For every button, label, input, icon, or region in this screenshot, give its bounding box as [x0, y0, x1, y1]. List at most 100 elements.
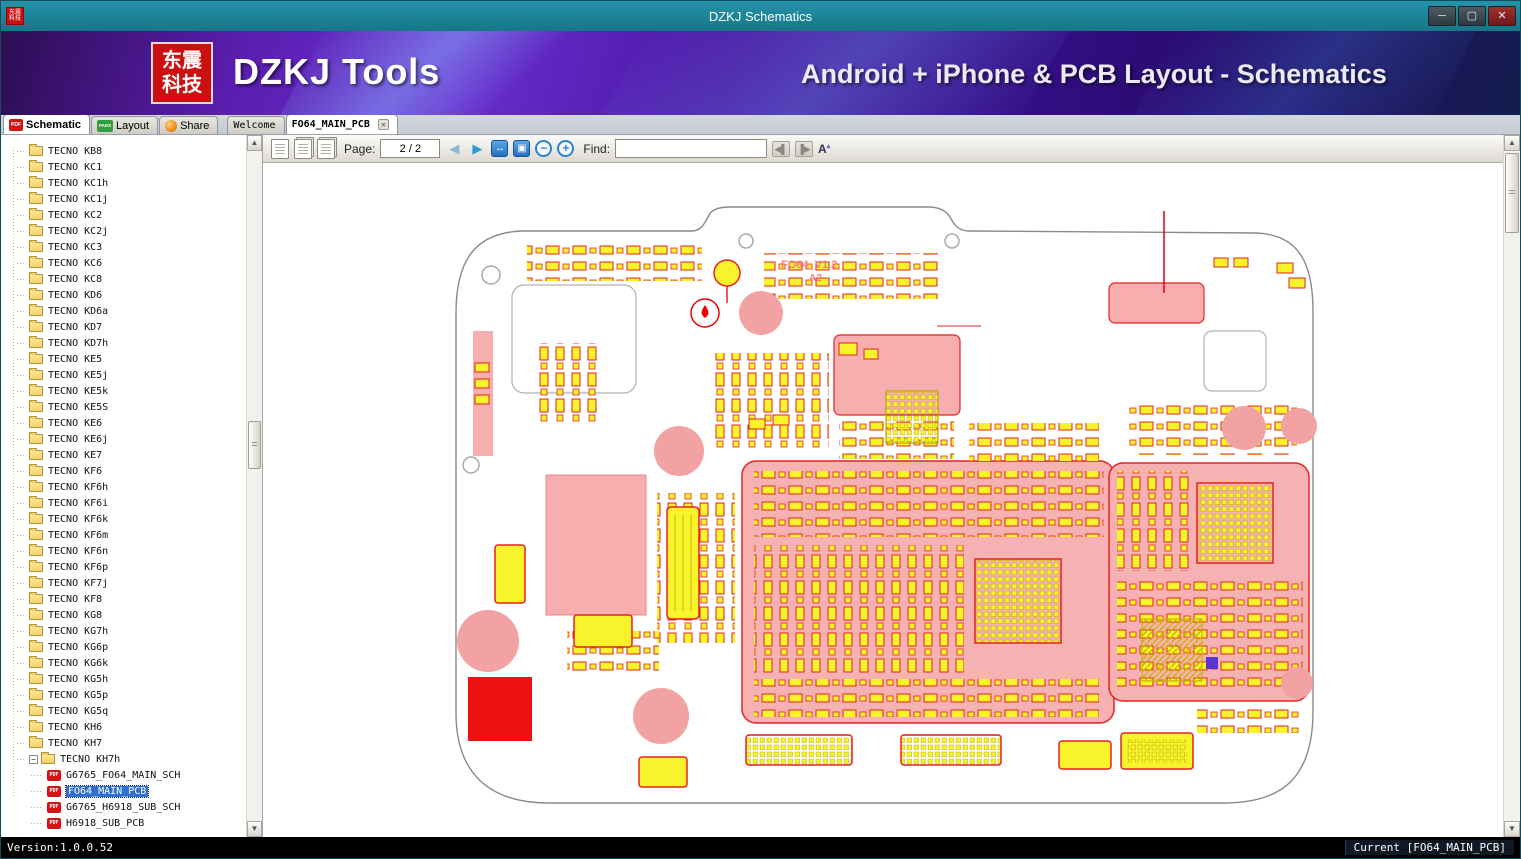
next-page-icon[interactable]: ▶ [468, 139, 486, 159]
brand-name: DZKJ Tools [233, 51, 441, 92]
scroll-down-icon[interactable]: ▼ [247, 821, 262, 837]
close-tab-icon[interactable]: ✕ [377, 119, 389, 130]
find-label: Find: [583, 141, 611, 156]
tree-item-label: H6918_SUB_PCB [66, 817, 145, 829]
tree-folder-item[interactable]: TECNO KH7 [5, 735, 246, 751]
tree-folder-item[interactable]: TECNO KG6k [5, 655, 246, 671]
page-input[interactable] [380, 139, 441, 158]
tree-folder-item[interactable]: TECNO KF6 [5, 463, 246, 479]
pcb-canvas[interactable]: FO64_V1.2 A2 [263, 163, 1503, 837]
pads-icon: PADS [97, 119, 114, 132]
tree-folder-item[interactable]: TECNO KE6j [5, 431, 246, 447]
tree-folder-item[interactable]: − TECNO KH7h [5, 751, 246, 767]
tree-folder-item[interactable]: TECNO KC2j [5, 223, 246, 239]
tree-folder-item[interactable]: TECNO KG8 [5, 607, 246, 623]
folder-icon [29, 448, 43, 460]
tree-file-item[interactable]: PDF H6918_SUB_PCB [5, 815, 246, 831]
tree-file-item[interactable]: PDF G6765_H6918_SUB_SCH [5, 799, 246, 815]
canvas-scroll-track[interactable] [1504, 151, 1520, 821]
tree-folder-item[interactable]: TECNO KF6i [5, 495, 246, 511]
tab-schematic[interactable]: PDF Schematic [3, 114, 91, 134]
tree-folder-item[interactable]: TECNO KE5j [5, 367, 246, 383]
tree-folder-item[interactable]: TECNO KF8 [5, 591, 246, 607]
tree-item-label: TECNO KC1j [48, 193, 109, 205]
find-prev-icon[interactable]: ◀▌ [772, 140, 791, 157]
tree-item-label: TECNO KE6 [48, 417, 103, 429]
tree-folder-item[interactable]: TECNO KC2 [5, 207, 246, 223]
folder-icon [29, 192, 43, 204]
multi-page-icon[interactable] [294, 138, 312, 159]
tree-folder-item[interactable]: TECNO KC1j [5, 191, 246, 207]
folder-icon [29, 480, 43, 492]
tree-folder-item[interactable]: TECNO KC1h [5, 175, 246, 191]
scroll-up-icon[interactable]: ▲ [247, 135, 262, 151]
collapse-icon[interactable]: − [29, 754, 38, 764]
tree-item-label: TECNO KC3 [48, 241, 103, 253]
tree-folder-item[interactable]: TECNO KF7j [5, 575, 246, 591]
tree-folder-item[interactable]: TECNO KF6k [5, 511, 246, 527]
tree-folder-item[interactable]: TECNO KE5S [5, 399, 246, 415]
banner-subtitle: Android + iPhone & PCB Layout - Schemati… [801, 59, 1387, 89]
fit-page-icon[interactable]: ▣ [513, 140, 531, 157]
tree-item-label: TECNO KG8 [48, 609, 103, 621]
tree-file-item[interactable]: PDF G6765_FO64_MAIN_SCH [5, 767, 246, 783]
tree-folder-item[interactable]: TECNO KF6m [5, 527, 246, 543]
pdf-icon: PDF [47, 769, 61, 781]
tree-item-label: TECNO KG5p [48, 689, 109, 701]
tree-folder-item[interactable]: TECNO KE7 [5, 447, 246, 463]
zoom-in-icon[interactable]: + [557, 140, 575, 157]
tree-folder-item[interactable]: TECNO KG7h [5, 623, 246, 639]
brand-logo-text2: 科技 [162, 74, 202, 96]
facing-pages-icon[interactable] [317, 138, 335, 159]
tree-folder-item[interactable]: TECNO KE6 [5, 415, 246, 431]
minimize-button[interactable]: ─ [1428, 6, 1456, 26]
tree-folder-item[interactable]: TECNO KG5h [5, 671, 246, 687]
tab-fo64-main-pcb[interactable]: FO64_MAIN_PCB ✕ [285, 114, 398, 134]
tree-folder-item[interactable]: TECNO KE5k [5, 383, 246, 399]
folder-icon [29, 528, 43, 540]
tree-folder-item[interactable]: TECNO KD7 [5, 319, 246, 335]
folder-icon [29, 208, 43, 220]
tab-welcome[interactable]: Welcome [227, 116, 285, 134]
tree-folder-item[interactable]: TECNO KF6h [5, 479, 246, 495]
tree-folder-item[interactable]: TECNO KD7h [5, 335, 246, 351]
zoom-out-icon[interactable]: − [535, 140, 553, 157]
sidebar-scroll-thumb[interactable] [248, 421, 261, 469]
folder-icon [41, 752, 55, 764]
tree-folder-item[interactable]: TECNO KB8 [5, 143, 246, 159]
canvas-scroll-thumb[interactable] [1505, 153, 1519, 233]
tree-file-item[interactable]: PDF FO64_MAIN_PCB [5, 783, 246, 799]
single-page-icon[interactable] [271, 138, 289, 159]
tree-folder-item[interactable]: TECNO KC1 [5, 159, 246, 175]
sidebar-scroll-track[interactable] [247, 151, 262, 821]
sidebar-scrollbar[interactable]: ▲ ▼ [246, 135, 262, 837]
tree-folder-item[interactable]: TECNO KG5p [5, 687, 246, 703]
tree-folder-item[interactable]: TECNO KF6n [5, 543, 246, 559]
canvas-scroll-down-icon[interactable]: ▼ [1504, 821, 1520, 837]
prev-page-icon[interactable]: ◀ [445, 139, 463, 159]
tree-folder-item[interactable]: TECNO KH6 [5, 719, 246, 735]
find-next-icon[interactable]: ▐▶ [795, 140, 814, 157]
tree-folder-item[interactable]: TECNO KD6 [5, 287, 246, 303]
folder-icon [29, 592, 43, 604]
tree-folder-item[interactable]: TECNO KG5q [5, 703, 246, 719]
close-button[interactable]: ✕ [1488, 6, 1516, 26]
canvas-scroll-up-icon[interactable]: ▲ [1504, 135, 1520, 151]
tree-item-label: TECNO KE7 [48, 449, 103, 461]
find-input[interactable] [615, 139, 768, 158]
tab-layout[interactable]: PADS Layout [91, 116, 159, 134]
tree-folder-item[interactable]: TECNO KC8 [5, 271, 246, 287]
canvas-scrollbar[interactable]: ▲ ▼ [1503, 135, 1520, 837]
maximize-button[interactable]: ▢ [1458, 6, 1486, 26]
tree-folder-item[interactable]: TECNO KG6p [5, 639, 246, 655]
tree-folder-item[interactable]: TECNO KE5 [5, 351, 246, 367]
tree-folder-item[interactable]: TECNO KC6 [5, 255, 246, 271]
text-size-icon[interactable]: A▴ [818, 142, 836, 156]
folder-icon [29, 720, 43, 732]
tree-item-label: TECNO KH6 [48, 721, 103, 733]
fit-width-icon[interactable]: ↔ [491, 140, 509, 157]
tree-folder-item[interactable]: TECNO KD6a [5, 303, 246, 319]
tree-folder-item[interactable]: TECNO KC3 [5, 239, 246, 255]
tab-share[interactable]: Share [159, 116, 219, 134]
tree-folder-item[interactable]: TECNO KF6p [5, 559, 246, 575]
